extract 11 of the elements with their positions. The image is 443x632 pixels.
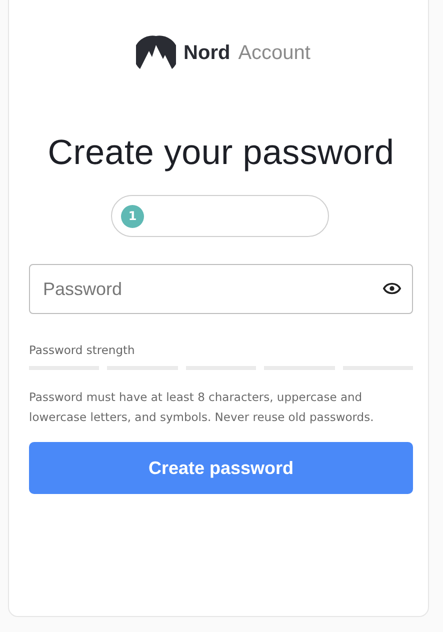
page-heading: Create your password — [46, 133, 396, 173]
account-pill[interactable]: 1 — [111, 195, 329, 237]
account-badge: 1 — [121, 204, 144, 228]
brand-name: Nord — [184, 42, 230, 64]
product-name: Account — [238, 42, 310, 64]
create-password-button[interactable]: Create password — [29, 442, 413, 494]
strength-label: Password strength — [29, 343, 136, 357]
password-hint: Password must have at least 8 characters, uppercase and lowercase letters, and symbols. Never reuse old passwords. — [29, 389, 375, 426]
mountain-logo-icon — [136, 35, 176, 71]
eye-icon[interactable] — [383, 282, 401, 295]
password-field[interactable]: Password — [29, 264, 413, 314]
